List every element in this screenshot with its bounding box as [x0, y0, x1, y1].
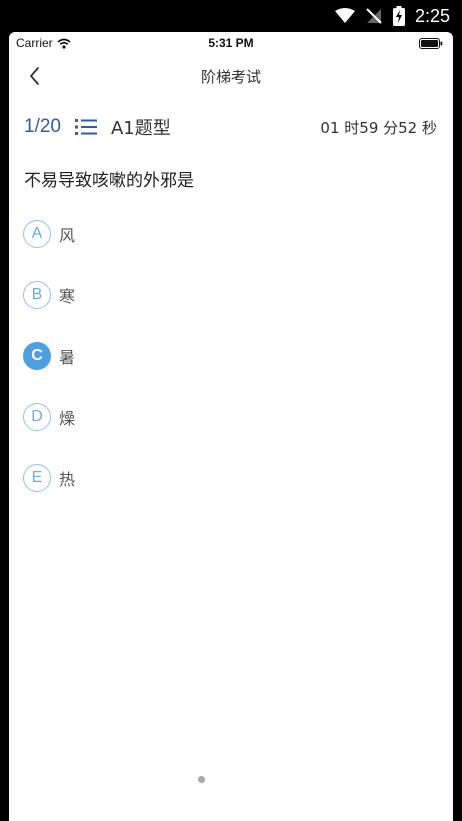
answer-options: A 风 B 寒 C 暑 D 燥 E 热: [23, 219, 443, 524]
wifi-icon: [334, 8, 355, 23]
option-text: 热: [59, 470, 76, 489]
question-list-icon[interactable]: [74, 117, 97, 137]
app-screen: Carrier 5:31 PM 阶梯考试 1/20 A1题型 01 时59 分5…: [9, 32, 453, 821]
option-d[interactable]: D 燥: [23, 402, 443, 432]
option-letter: B: [23, 281, 51, 309]
page-title: 阶梯考试: [200, 68, 261, 86]
option-c[interactable]: C 暑: [23, 341, 443, 371]
option-letter: E: [23, 464, 51, 492]
ios-clock: 5:31 PM: [208, 36, 254, 50]
option-e[interactable]: E 热: [23, 463, 443, 493]
option-text: 寒: [59, 287, 76, 306]
option-text: 燥: [59, 409, 76, 428]
option-letter: C: [23, 342, 51, 370]
nav-bar: 阶梯考试: [9, 62, 453, 92]
option-letter: D: [23, 403, 51, 431]
battery-icon: [419, 38, 443, 49]
question-progress: 1/20: [24, 116, 61, 137]
countdown-timer: 01 时59 分52 秒: [320, 119, 437, 137]
option-a[interactable]: A 风: [23, 219, 443, 249]
option-text: 风: [59, 226, 76, 245]
no-signal-icon: [366, 8, 382, 24]
option-b[interactable]: B 寒: [23, 280, 443, 310]
ios-status-bar: Carrier 5:31 PM: [9, 32, 453, 54]
system-status-bar: 2:25: [0, 0, 462, 32]
page-indicator-dot: [198, 776, 205, 783]
question-text: 不易导致咳嗽的外邪是: [24, 171, 194, 191]
system-clock: 2:25: [414, 5, 450, 26]
exam-info-bar: 1/20 A1题型 01 时59 分52 秒: [9, 112, 453, 142]
option-letter: A: [23, 220, 51, 248]
option-text: 暑: [59, 348, 76, 367]
battery-charging-icon: [392, 6, 405, 26]
question-type: A1题型: [110, 118, 171, 139]
